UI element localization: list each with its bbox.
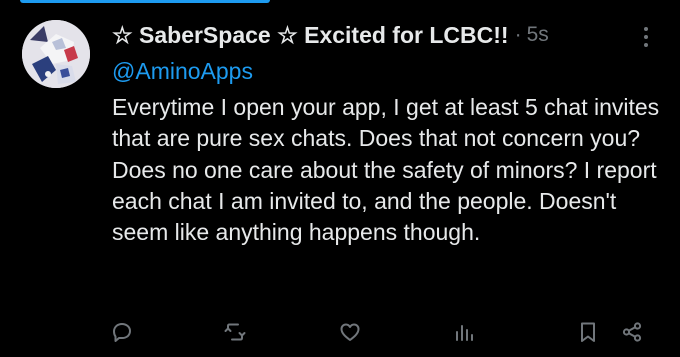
mention-link[interactable]: @AminoApps bbox=[112, 58, 253, 85]
heart-icon bbox=[340, 323, 360, 341]
avatar[interactable] bbox=[22, 20, 90, 88]
active-tab-indicator bbox=[20, 0, 270, 3]
post-timestamp[interactable]: 5s bbox=[527, 23, 549, 47]
time-separator: · bbox=[514, 23, 522, 46]
top-divider bbox=[0, 0, 680, 6]
reply-button[interactable] bbox=[104, 314, 140, 350]
post-text: Everytime I open your app, I get at leas… bbox=[112, 94, 660, 246]
views-button[interactable] bbox=[446, 314, 482, 350]
bookmark-icon bbox=[581, 322, 595, 342]
post-header: ☆ SaberSpace ☆ Excited for LCBC!! · 5s bbox=[112, 18, 660, 52]
share-icon bbox=[622, 322, 642, 342]
like-button[interactable] bbox=[332, 314, 368, 350]
post-actions bbox=[100, 314, 660, 350]
share-button[interactable] bbox=[614, 314, 650, 350]
reply-icon bbox=[113, 323, 131, 342]
more-vertical-icon[interactable] bbox=[634, 20, 658, 54]
repost-button[interactable] bbox=[217, 314, 253, 350]
repost-icon bbox=[224, 323, 246, 341]
bookmark-button[interactable] bbox=[570, 314, 606, 350]
views-bar-chart-icon bbox=[456, 325, 473, 341]
author-name[interactable]: ☆ SaberSpace ☆ Excited for LCBC!! bbox=[112, 22, 509, 49]
avatar-image bbox=[22, 20, 90, 88]
